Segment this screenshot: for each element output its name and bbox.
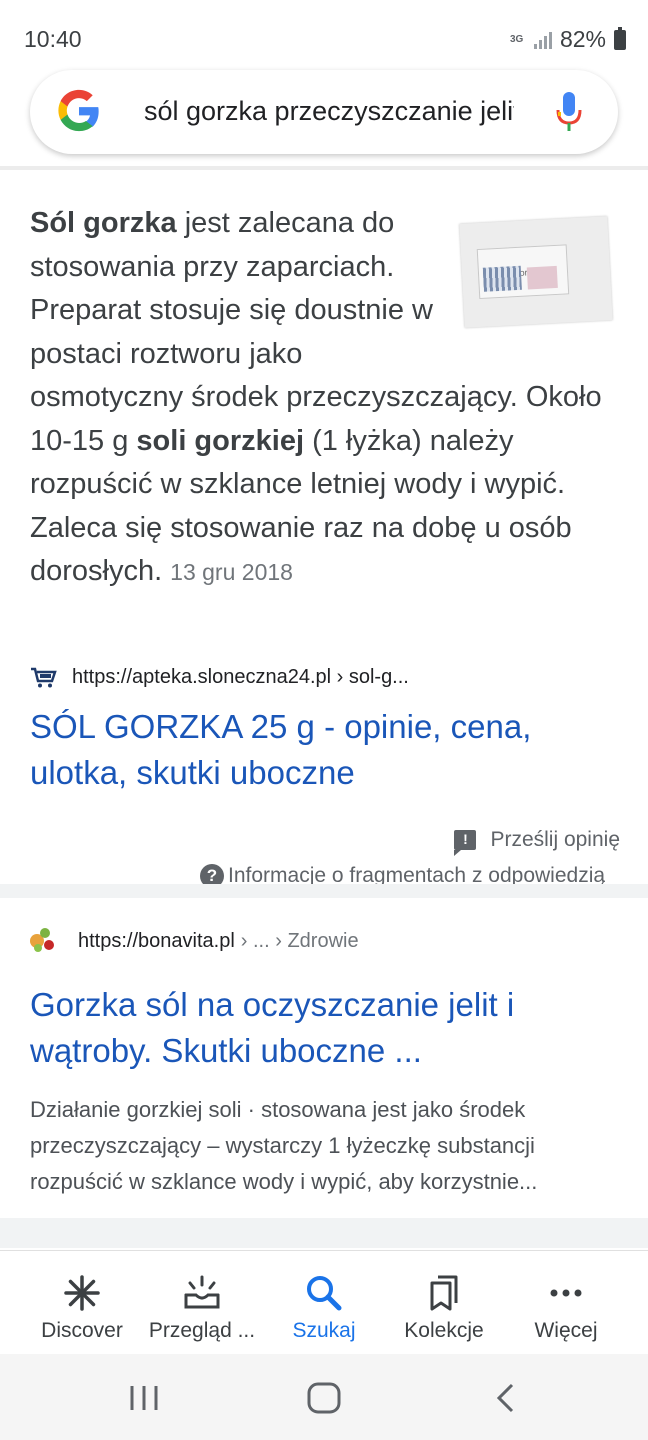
status-icons: 3G 82% [510,26,626,53]
battery-icon [614,26,626,50]
microphone-icon[interactable] [554,90,584,134]
nav-label-discover: Discover [41,1319,123,1342]
asterisk-icon [64,1275,100,1311]
bonavita-favicon-icon [30,928,56,954]
product-image[interactable]: Sól gorzka [456,214,630,344]
result-description: Działanie gorzkiej soli · stosowana jest… [30,1097,538,1194]
help-icon: ? [200,864,224,884]
cart-icon [31,667,57,687]
nav-label-updates: Przegląd ... [148,1319,256,1342]
nav-label-collections: Kolekcje [404,1319,484,1342]
product-package: Sól gorzka [459,216,613,328]
search-header: sól gorzka przeczyszczanie jelit [0,70,648,170]
feedback-button[interactable]: Prześlij opinię [454,828,620,856]
feedback-icon [454,830,477,856]
google-logo-icon[interactable] [56,88,102,134]
snippet-date: 13 gru 2018 [170,559,293,585]
snippet-title-link[interactable]: SÓL GORZKA 25 g - opinie, cena, ulotka, … [30,704,610,796]
divider [0,884,648,898]
bottom-navigation: Discover Przegląd ... Szukaj Kolekcje Wi… [0,1250,648,1354]
nav-label-search: Szukaj [292,1319,356,1342]
nav-updates[interactable]: Przegląd ... [136,1251,268,1355]
more-icon [550,1289,582,1297]
divider [0,1218,648,1248]
home-icon[interactable] [306,1382,342,1414]
network-type-icon: 3G [509,33,524,45]
recent-apps-icon[interactable] [128,1382,160,1414]
status-time: 10:40 [24,26,82,52]
nav-collections[interactable]: Kolekcje [384,1251,504,1355]
status-bar: 10:40 3G 82% [0,0,648,70]
search-input[interactable]: sól gorzka przeczyszczanie jelit [144,96,514,127]
signal-icon [533,31,552,49]
feedback-label: Prześlij opinię [490,828,620,851]
back-icon[interactable] [494,1382,518,1414]
snippet-source-url[interactable]: https://apteka.sloneczna24.pl › sol-g... [72,666,409,689]
nav-search[interactable]: Szukaj [264,1251,384,1355]
info-label: Informacje o fragmentach z odpowiedzią [228,864,606,884]
result-title-link[interactable]: Gorzka sól na oczyszczanie jelit i wątro… [30,982,620,1074]
nav-label-more: Więcej [534,1319,598,1342]
search-result: https://bonavita.pl › ... › Zdrowie Gorz… [0,898,648,1218]
system-navigation-bar [0,1354,648,1440]
snippet-info-link[interactable]: ? Informacje o fragmentach z odpowiedzią [200,864,605,884]
result-url[interactable]: https://bonavita.pl [78,930,235,953]
snippet-bold-term: Sól gorzka [30,207,177,239]
search-box[interactable]: sól gorzka przeczyszczanie jelit [30,70,618,154]
battery-percent: 82% [559,26,606,52]
nav-discover[interactable]: Discover [12,1251,152,1355]
updates-icon [184,1275,220,1309]
result-url-path: › ... › Zdrowie [240,929,359,952]
snippet-text: Sól gorzka Sól gorzka jest zalecana do s… [30,202,630,595]
product-label: Sól gorzka [476,244,570,300]
featured-snippet: Sól gorzka Sól gorzka jest zalecana do s… [0,174,648,884]
snippet-bold-term2: soli gorzkiej [136,424,305,457]
nav-more[interactable]: Więcej [506,1251,626,1355]
result-source[interactable]: https://bonavita.pl › ... › Zdrowie [30,928,359,954]
search-icon [307,1276,342,1311]
collections-icon [430,1275,458,1311]
snippet-source[interactable]: https://apteka.sloneczna24.pl › sol-g... [30,666,409,689]
